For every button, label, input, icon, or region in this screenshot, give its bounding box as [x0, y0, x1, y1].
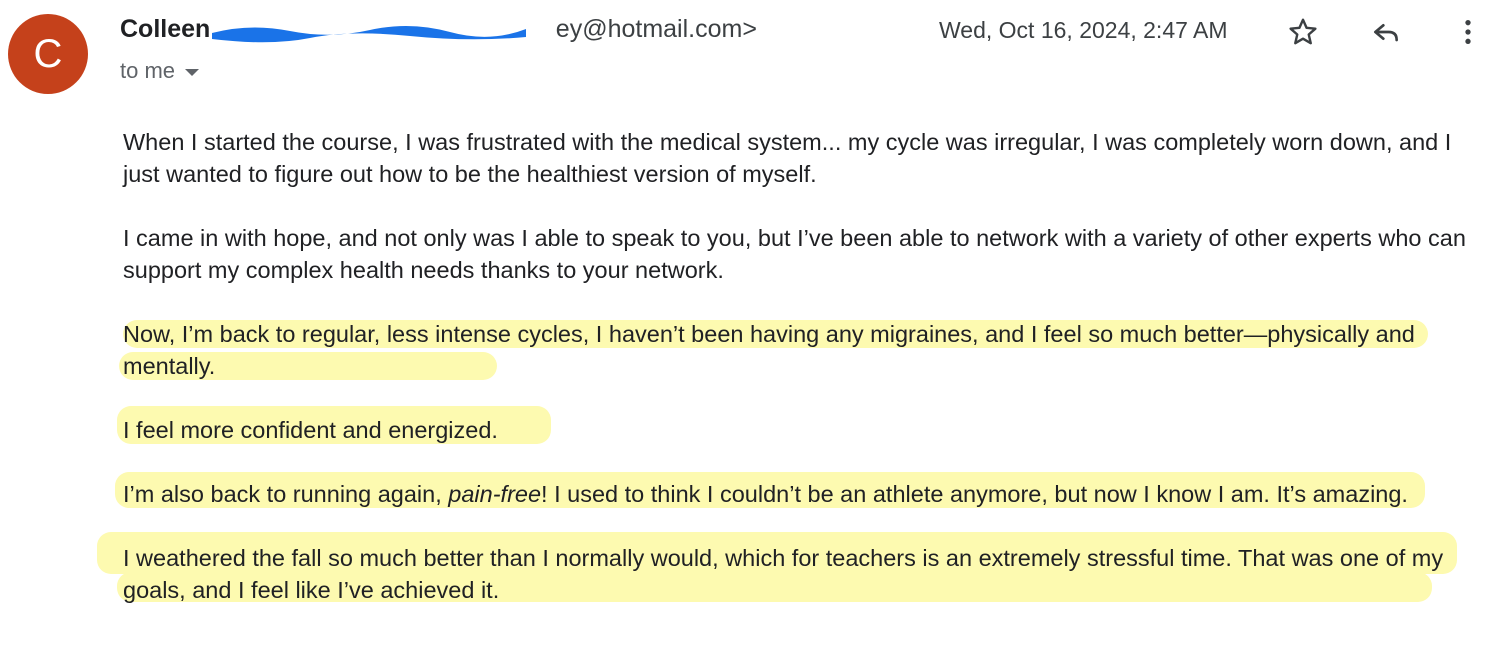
- more-vert-icon: [1465, 20, 1471, 44]
- emphasized-text: pain-free: [448, 481, 542, 507]
- redaction-scribble: [212, 25, 527, 43]
- email-paragraph: When I started the course, I was frustra…: [123, 129, 1452, 187]
- recipient-label: to me: [120, 58, 176, 83]
- avatar-letter: C: [33, 31, 63, 76]
- email-paragraph-highlighted: Now, I’m back to regular, less intense c…: [119, 318, 1443, 382]
- star-button[interactable]: [1285, 14, 1321, 50]
- sender-name: Colleen: [120, 15, 211, 43]
- chevron-down-icon: [185, 69, 200, 76]
- recipient-details-toggle[interactable]: to me: [120, 58, 200, 84]
- email-paragraph-highlighted: I feel more confident and energized.: [117, 406, 1488, 446]
- sender-line: Colleen xxxxxxxxxxxxxxxxxxxxxxxxxxxey@ho…: [120, 15, 757, 44]
- reply-icon: [1374, 24, 1398, 42]
- sender-avatar[interactable]: C: [8, 14, 88, 94]
- email-paragraph-highlighted: I weathered the fall so much better than…: [97, 532, 1468, 606]
- email-paragraph-highlighted: I’m also back to running again, pain-fre…: [115, 472, 1485, 510]
- email-date: Wed, Oct 16, 2024, 2:47 AM: [939, 17, 1228, 43]
- star-icon: [1289, 18, 1317, 45]
- email-paragraph: I came in with hope, and not only was I …: [123, 225, 1466, 283]
- email-body: When I started the course, I was frustra…: [97, 126, 1488, 606]
- sender-email-wrap: xxxxxxxxxxxxxxxxxxxxxxxxxxxey@hotmail.co…: [212, 15, 757, 44]
- reply-button[interactable]: [1368, 14, 1404, 50]
- more-options-button[interactable]: [1450, 14, 1486, 50]
